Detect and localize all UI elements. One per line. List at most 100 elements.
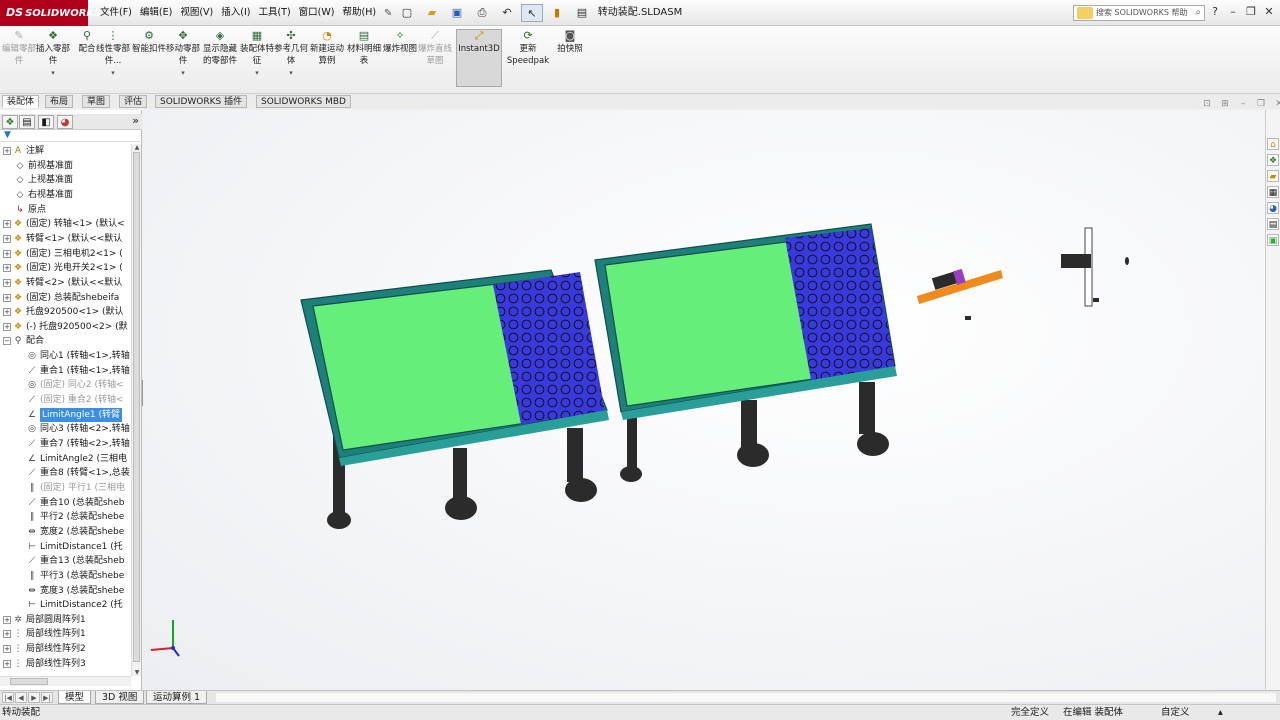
tree-item[interactable]: ◇ 前视基准面 [0,159,131,173]
property-manager-icon[interactable]: ▤ [19,115,35,129]
feature-manager-icon[interactable]: ❖ [2,115,18,129]
appearance-manager-icon[interactable]: ◕ [57,115,73,129]
expand-icon[interactable]: + [3,308,11,317]
viewport-restore-icon[interactable]: ❐ [1254,98,1268,110]
solidworks-logo[interactable]: DS SOLIDWORKS [0,0,101,26]
tree-item[interactable]: ⟋ 重合10 (总装配sheb [0,496,131,510]
tab-assembly[interactable]: 装配体 [2,95,40,108]
apply-scene-icon[interactable]: ◉ [740,110,754,112]
next-tab-icon[interactable]: ▶ [28,692,40,703]
tree-item[interactable]: ∠ LimitAngle1 (转臂 [0,407,131,422]
file-explorer-icon[interactable]: ▰ [1267,170,1279,182]
scroll-up-icon[interactable]: ▲ [133,144,141,151]
tree-item[interactable]: ∠ LimitAngle2 (三相电 [0,452,131,466]
tab-solidworks-addins[interactable]: SOLIDWORKS 插件 [155,95,248,108]
tree-item[interactable]: + ⋮ 局部线性阵列3 [0,657,131,671]
panel-expand-icon[interactable]: » [132,114,139,127]
hide-show-icon[interactable]: ◈ [710,110,724,112]
tree-item[interactable]: + ❖ 转臂<2> (默认<<默认 [0,276,131,290]
expand-icon[interactable]: + [3,645,11,654]
tree-item[interactable]: ◎ 同心3 (转轴<2>,转轴 [0,422,131,436]
chevron-down-icon[interactable]: ▾ [36,67,70,79]
rebuild-icon[interactable]: ▮ [546,4,568,22]
take-snapshot-button[interactable]: ◙ 拍快照 [553,30,587,55]
menu-window[interactable]: 窗口(W) [295,0,339,26]
tree-item[interactable]: ⊢ LimitDistance1 (托 [0,540,131,554]
rotating-arm[interactable] [917,268,1003,320]
select-icon[interactable]: ↖ [521,4,543,22]
reference-geometry-button[interactable]: ✣ 参考几何体 ▾ [274,30,308,79]
tree-item[interactable]: ◇ 上视基准面 [0,173,131,187]
rotating-shaft[interactable] [1061,227,1129,307]
solidworks-forum-icon[interactable]: ▣ [1267,234,1279,246]
previous-view-icon[interactable]: ↺ [635,110,649,112]
tree-item[interactable]: ↳ 原点 [0,203,131,217]
tab-3d-views[interactable]: 3D 视图 [95,691,145,704]
edit-component-button[interactable]: ✎ 编辑零部件 [2,30,36,67]
menu-edit[interactable]: 编辑(E) [136,0,176,26]
viewport-tile-icon[interactable]: ⊡ [1200,98,1214,110]
magnifier-icon[interactable]: ⌕ [1195,6,1201,20]
tree-item[interactable]: ◎ 同心1 (转轴<1>,转轴 [0,349,131,363]
expand-icon[interactable]: + [3,659,11,668]
custom-properties-icon[interactable]: ▤ [1267,218,1279,230]
bom-button[interactable]: ▤ 材料明细表 [347,30,381,67]
tree-item[interactable]: ∥ 平行3 (总装配shebe [0,569,131,583]
viewport-split-icon[interactable]: ⊞ [1218,98,1232,110]
tree-item[interactable]: ∥ (固定) 平行1 (三相电 [0,481,131,495]
section-view-icon[interactable]: ◫ [650,110,664,112]
expand-icon[interactable]: + [3,278,11,287]
tree-item[interactable]: ⊢ LimitDistance2 (托 [0,598,131,612]
menu-help[interactable]: 帮助(H) [338,0,380,26]
tree-item[interactable]: + ❖ 转臂<1> (默认<<默认 [0,232,131,246]
options-icon[interactable]: ▤ [571,4,593,22]
first-tab-icon[interactable]: |◀ [2,692,14,703]
menu-file[interactable]: 文件(F) [96,0,136,26]
expand-icon[interactable]: + [3,615,11,624]
scrollbar-thumb[interactable] [10,678,48,685]
tree-item[interactable]: + ✲ 局部圆周阵列1 [0,613,131,627]
status-units[interactable]: 自定义 [1161,705,1190,720]
chevron-down-icon[interactable]: ▾ [166,67,200,79]
exploded-view-button[interactable]: ✧ 爆炸视图 [383,30,417,55]
help-search-box[interactable]: 搜索 SOLIDWORKS 帮助 ⌕ [1073,5,1205,21]
tree-item[interactable]: ◎ (固定) 同心2 (转轴< [0,378,131,392]
display-style-icon[interactable]: ◩ [695,110,709,112]
tab-evaluate[interactable]: 评估 [119,95,148,108]
save-icon[interactable]: ▣ [446,4,468,22]
update-speedpak-button[interactable]: ⟳ 更新 Speedpak [505,30,551,67]
tree-item[interactable]: ⟋ 重合8 (转臂<1>,总装 [0,466,131,480]
scrollbar-thumb[interactable] [133,152,140,662]
dynamic-annotation-icon[interactable]: ◪ [665,110,679,112]
prev-tab-icon[interactable]: ◀ [15,692,27,703]
open-icon[interactable]: ▰ [421,4,443,22]
smart-fastener-button[interactable]: ⚙ 智能扣件 [132,30,166,55]
tree-item[interactable]: ⇹ 宽度3 (总装配shebe [0,584,131,598]
tab-model[interactable]: 模型 [58,691,92,704]
chevron-down-icon[interactable]: ▾ [96,67,130,79]
last-tab-icon[interactable]: ▶| [41,692,53,703]
tree-item[interactable]: ⟋ 重合1 (转轴<1>,转轴 [0,364,131,378]
scroll-down-icon[interactable]: ▼ [133,669,141,676]
edit-appearance-icon[interactable]: ● [725,110,739,112]
tree-item[interactable]: + ❖ (固定) 总装配shebeifa [0,291,131,305]
tree-item[interactable]: ⟋ 重合7 (转轴<2>,转轴 [0,437,131,451]
chevron-down-icon[interactable]: ▾ [240,67,274,79]
help-icon[interactable]: ? [1208,4,1222,20]
move-component-button[interactable]: ✥ 移动零部件 ▾ [166,30,200,79]
tab-solidworks-mbd[interactable]: SOLIDWORKS MBD [256,95,351,108]
minimize-icon[interactable]: – [1226,4,1240,20]
tab-sketch[interactable]: 草图 [82,95,111,108]
chevron-down-icon[interactable]: ▾ [274,67,308,79]
expand-icon[interactable]: + [3,630,11,639]
menu-view[interactable]: 视图(V) [176,0,217,26]
expand-icon[interactable]: + [3,234,11,243]
graphics-area[interactable]: ⌕ ⊕ ↺ ◫ ◪ ❒ ◩ ◈ ● ◉ ▣ [143,110,1265,690]
assembly-feature-button[interactable]: ▦ 装配体特征 ▾ [240,30,274,79]
show-hidden-components-button[interactable]: ◈ 显示隐藏的零部件 [203,30,237,67]
expand-icon[interactable]: + [3,249,11,258]
viewport-minimize-icon[interactable]: – [1236,98,1250,110]
view-orientation-icon[interactable]: ❒ [680,110,694,112]
tree-vertical-scrollbar[interactable]: ▲ ▼ [131,144,141,676]
close-icon[interactable]: ✕ [1262,4,1276,20]
